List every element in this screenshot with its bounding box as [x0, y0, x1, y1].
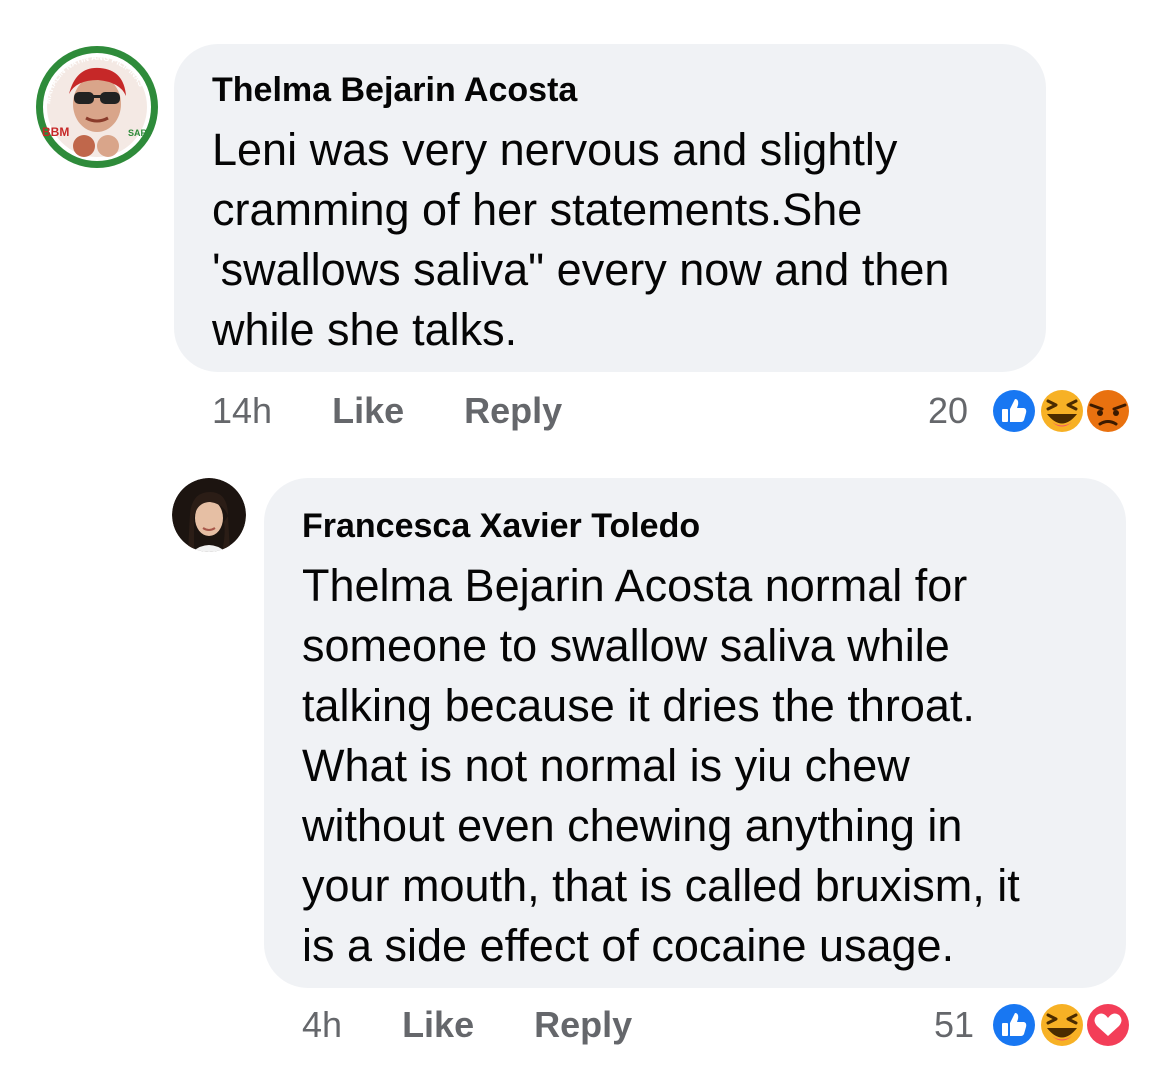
comment-line: 'swallows saliva" every now and then: [212, 244, 950, 295]
comment-bubble: Francesca Xavier Toledo Thelma Bejarin A…: [264, 478, 1126, 988]
like-button[interactable]: Like: [332, 390, 404, 431]
comment-line: Thelma Bejarin Acosta normal for: [302, 560, 968, 611]
comment-line: your mouth, that is called bruxism, it: [302, 860, 1020, 911]
reply-button[interactable]: Reply: [464, 390, 562, 431]
avatar[interactable]: [172, 478, 246, 552]
comment-line: What is not normal is yiu chew: [302, 740, 910, 791]
comment-author[interactable]: Francesca Xavier Toledo: [302, 506, 1126, 546]
avatar-image: MAHALIN NATIN ANG PILIPINAS BBM SARA: [36, 46, 158, 168]
like-button[interactable]: Like: [402, 1004, 474, 1045]
comment-line: talking because it dries the throat.: [302, 680, 975, 731]
comment-text: Thelma Bejarin Acosta normal for someone…: [302, 556, 1126, 976]
avatar-side-text-left: BBM: [42, 125, 69, 139]
comment-timestamp[interactable]: 4h: [302, 1004, 342, 1045]
comment-actions: 14h Like Reply: [212, 390, 562, 432]
like-icon: [990, 1001, 1038, 1049]
haha-icon: [1038, 387, 1086, 435]
love-icon: [1084, 1001, 1132, 1049]
reaction-icons[interactable]: [986, 385, 1138, 442]
comment-line: without even chewing anything in: [302, 800, 963, 851]
reaction-count[interactable]: 20: [928, 390, 968, 432]
comment-timestamp[interactable]: 14h: [212, 390, 272, 431]
comment-line: someone to swallow saliva while: [302, 620, 950, 671]
comment-author[interactable]: Thelma Bejarin Acosta: [212, 70, 1046, 110]
haha-icon: [1038, 1001, 1086, 1049]
reaction-icons[interactable]: [986, 999, 1138, 1056]
angry-icon: [1084, 387, 1132, 435]
like-icon: [990, 387, 1038, 435]
comment-line: Leni was very nervous and slightly: [212, 124, 898, 175]
comment-line: is a side effect of cocaine usage.: [302, 920, 955, 971]
avatar[interactable]: MAHALIN NATIN ANG PILIPINAS BBM SARA: [36, 46, 158, 168]
avatar-side-text-right: SARA: [128, 128, 154, 138]
comment-text: Leni was very nervous and slightly cramm…: [212, 120, 1046, 360]
reply-button[interactable]: Reply: [534, 1004, 632, 1045]
comment-bubble: Thelma Bejarin Acosta Leni was very nerv…: [174, 44, 1046, 372]
comment-actions: 4h Like Reply: [302, 1004, 632, 1046]
reaction-count[interactable]: 51: [934, 1004, 974, 1046]
comment-line: cramming of her statements.She: [212, 184, 863, 235]
comment-line: while she talks.: [212, 304, 518, 355]
avatar-image: [172, 478, 246, 552]
